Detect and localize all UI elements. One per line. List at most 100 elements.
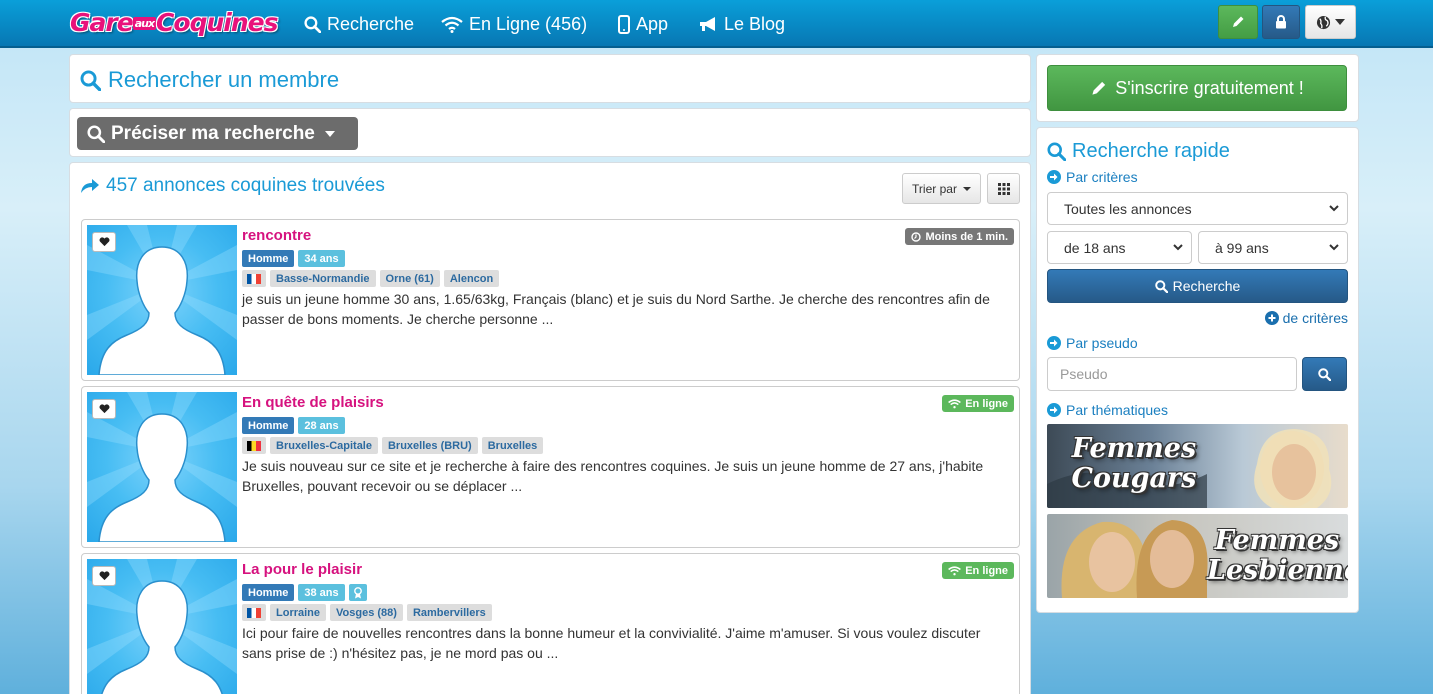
status-badge: En ligne bbox=[942, 395, 1014, 412]
department-tag[interactable]: Bruxelles (BRU) bbox=[381, 437, 478, 454]
signup-button[interactable]: S'inscrire gratuitement ! bbox=[1047, 65, 1347, 111]
avatar[interactable] bbox=[87, 559, 237, 694]
lock-icon bbox=[1276, 15, 1286, 29]
sort-by-button[interactable]: Trier par bbox=[902, 173, 981, 204]
pseudo-placeholder: Pseudo bbox=[1060, 366, 1108, 382]
gender-badge: Homme bbox=[242, 250, 295, 267]
more-criteria-link[interactable]: de critères bbox=[1264, 310, 1348, 326]
nav-login-button[interactable] bbox=[1262, 5, 1300, 39]
refine-panel: Préciser ma recherche bbox=[69, 108, 1031, 157]
nav-link-app[interactable]: App bbox=[618, 12, 668, 36]
by-theme-heading: Par thématiques bbox=[1047, 402, 1168, 418]
search-icon bbox=[1047, 142, 1066, 161]
theme-banner-lesbiennes[interactable]: Femmes Lesbiennes bbox=[1047, 514, 1348, 598]
share-arrow-icon bbox=[81, 179, 99, 193]
age-from-value: de 18 ans bbox=[1064, 239, 1126, 256]
country-flag bbox=[242, 437, 266, 454]
chevron-down-icon bbox=[1329, 244, 1339, 251]
certified-badge bbox=[348, 584, 367, 601]
search-icon bbox=[1318, 367, 1331, 381]
profile-tags: Homme 34 ans bbox=[242, 250, 345, 267]
signup-label: S'inscrire gratuitement ! bbox=[1115, 77, 1304, 98]
pseudo-input[interactable]: Pseudo bbox=[1047, 357, 1297, 391]
chevron-down-icon bbox=[1173, 244, 1183, 251]
wifi-icon bbox=[948, 398, 962, 408]
banner-line2: Cougars bbox=[1071, 463, 1197, 494]
france-flag-icon bbox=[247, 607, 261, 618]
favorite-button[interactable] bbox=[92, 566, 116, 586]
ad-type-select[interactable]: Toutes les annonces bbox=[1047, 192, 1348, 225]
by-criteria-label: Par critères bbox=[1066, 169, 1138, 185]
region-tag[interactable]: Lorraine bbox=[270, 604, 327, 621]
age-badge: 38 ans bbox=[298, 584, 345, 601]
by-pseudo-heading: Par pseudo bbox=[1047, 335, 1138, 351]
grid-view-button[interactable] bbox=[987, 173, 1020, 204]
avatar[interactable] bbox=[87, 392, 237, 542]
logo-text-part1: Gare bbox=[70, 8, 134, 37]
nav-link-label: Le Blog bbox=[724, 14, 786, 34]
more-criteria-label: de critères bbox=[1282, 310, 1348, 326]
profile-description: Je suis nouveau sur ce site et je recher… bbox=[242, 458, 984, 494]
nav-write-button[interactable] bbox=[1218, 5, 1258, 39]
nav-link-en-ligne[interactable]: En Ligne (456) bbox=[441, 12, 587, 36]
site-logo[interactable]: Gare auxCoquines bbox=[70, 6, 278, 40]
age-from-select[interactable]: de 18 ans bbox=[1047, 231, 1192, 264]
arrow-circle-icon bbox=[1047, 403, 1061, 417]
profile-tags: Homme 38 ans bbox=[242, 584, 367, 601]
results-heading: 457 annonces coquines trouvées bbox=[80, 175, 385, 197]
belgium-flag-icon bbox=[247, 440, 261, 451]
avatar[interactable] bbox=[87, 225, 237, 375]
nav-link-blog[interactable]: Le Blog bbox=[698, 12, 785, 36]
status-badge: Moins de 1 min. bbox=[905, 228, 1014, 245]
country-flag bbox=[242, 270, 266, 287]
profile-title[interactable]: rencontre bbox=[242, 227, 311, 244]
profile-card[interactable]: La pour le plaisir En ligne Homme 38 ans… bbox=[81, 553, 1020, 694]
quick-search-panel: Recherche rapide Par critères Toutes les… bbox=[1036, 127, 1359, 613]
nav-link-label: En Ligne (456) bbox=[469, 14, 588, 34]
favorite-button[interactable] bbox=[92, 399, 116, 419]
age-to-select[interactable]: à 99 ans bbox=[1198, 231, 1348, 264]
status-label: En ligne bbox=[965, 564, 1008, 577]
city-tag[interactable]: Bruxelles bbox=[481, 437, 544, 454]
plus-circle-icon bbox=[1264, 311, 1279, 325]
region-tag[interactable]: Bruxelles-Capitale bbox=[270, 437, 378, 454]
arrow-circle-icon bbox=[1047, 336, 1061, 350]
logo-text-aux: aux bbox=[132, 17, 157, 30]
nav-link-recherche[interactable]: Recherche bbox=[304, 12, 414, 36]
pencil-icon bbox=[1092, 81, 1106, 95]
results-panel: 457 annonces coquines trouvées Trier par… bbox=[69, 162, 1031, 694]
search-member-heading[interactable]: Rechercher un membre bbox=[80, 67, 339, 93]
city-tag[interactable]: Alencon bbox=[443, 270, 500, 287]
banner-line2: Lesbiennes bbox=[1207, 555, 1348, 586]
search-member-title: Rechercher un membre bbox=[108, 67, 340, 92]
theme-banner-cougars[interactable]: Femmes Cougars bbox=[1047, 424, 1348, 508]
search-icon bbox=[1154, 279, 1168, 293]
location-tags: Basse-Normandie Orne (61) Alencon bbox=[242, 270, 500, 287]
city-tag[interactable]: Rambervillers bbox=[406, 604, 492, 621]
profile-card[interactable]: En quête de plaisirs En ligne Homme 28 a… bbox=[81, 386, 1020, 548]
by-pseudo-label: Par pseudo bbox=[1066, 335, 1138, 351]
profile-title[interactable]: La pour le plaisir bbox=[242, 561, 362, 578]
profile-card[interactable]: rencontre Moins de 1 min. Homme 34 ans B… bbox=[81, 219, 1020, 381]
region-tag[interactable]: Basse-Normandie bbox=[270, 270, 376, 287]
award-icon bbox=[353, 586, 362, 598]
by-criteria-heading: Par critères bbox=[1047, 169, 1138, 185]
top-navbar: Gare auxCoquines Recherche En Ligne (456)… bbox=[0, 0, 1433, 48]
favorite-button[interactable] bbox=[92, 232, 116, 252]
search-icon bbox=[80, 70, 101, 91]
profile-title[interactable]: En quête de plaisirs bbox=[242, 394, 384, 411]
age-badge: 28 ans bbox=[298, 417, 345, 434]
search-icon bbox=[304, 15, 321, 33]
nav-language-button[interactable] bbox=[1305, 5, 1356, 39]
department-tag[interactable]: Vosges (88) bbox=[330, 604, 403, 621]
department-tag[interactable]: Orne (61) bbox=[379, 270, 440, 287]
quick-search-button[interactable]: Recherche bbox=[1047, 269, 1348, 303]
banner-title: Femmes Cougars bbox=[1069, 434, 1199, 494]
quick-search-title: Recherche rapide bbox=[1072, 140, 1230, 162]
pseudo-search-button[interactable] bbox=[1302, 357, 1347, 391]
banner-line1: Femmes bbox=[1214, 525, 1340, 556]
heart-icon bbox=[99, 571, 109, 581]
refine-search-button[interactable]: Préciser ma recherche bbox=[77, 117, 358, 150]
signup-panel: S'inscrire gratuitement ! bbox=[1036, 54, 1359, 122]
france-flag-icon bbox=[247, 273, 261, 284]
